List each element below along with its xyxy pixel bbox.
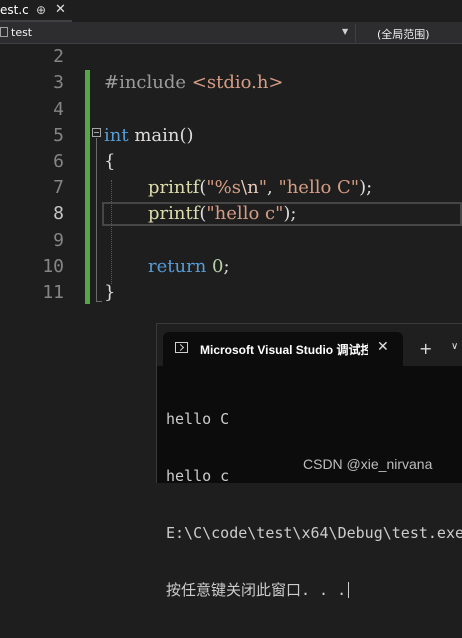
line-number: 6 bbox=[53, 151, 64, 172]
punctuation: , bbox=[266, 177, 279, 198]
punctuation: ); bbox=[283, 203, 297, 224]
keyword: return bbox=[148, 256, 207, 277]
close-icon[interactable]: ✕ bbox=[377, 339, 389, 355]
chevron-down-icon[interactable]: ▼ bbox=[342, 27, 348, 36]
punctuation: ); bbox=[359, 177, 373, 198]
project-name: test bbox=[11, 26, 33, 39]
keyword: int bbox=[104, 125, 129, 146]
open-brace: { bbox=[104, 151, 116, 172]
string-literal: "hello C" bbox=[278, 177, 360, 198]
console-tab[interactable]: Microsoft Visual Studio 调试控制台 ✕ bbox=[163, 332, 403, 366]
terminal-icon bbox=[175, 342, 188, 353]
line-number: 7 bbox=[53, 177, 64, 198]
collapse-icon[interactable] bbox=[92, 128, 101, 137]
project-dropdown[interactable]: test ▼ bbox=[0, 24, 356, 42]
console-line: hello C bbox=[166, 410, 230, 428]
chevron-down-icon[interactable]: ∨ bbox=[451, 341, 458, 352]
line-number: 5 bbox=[53, 125, 64, 146]
watermark: CSDN @xie_nirvana bbox=[303, 456, 433, 472]
fold-guide bbox=[96, 138, 97, 302]
console-line: E:\C\code\test\x64\Debug\test.exe bbox=[166, 524, 462, 542]
punctuation: ; bbox=[223, 256, 230, 277]
string-literal: " bbox=[258, 177, 267, 198]
line-number: 4 bbox=[53, 99, 64, 120]
close-brace: } bbox=[104, 282, 116, 303]
document-tab[interactable]: est.c ⊕ ✕ bbox=[0, 0, 72, 22]
code-line: #include <stdio.h> bbox=[104, 70, 284, 96]
console-output[interactable]: hello C hello c E:\C\code\test\x64\Debug… bbox=[166, 372, 462, 638]
code-line: } bbox=[104, 280, 115, 306]
line-number: 3 bbox=[53, 72, 64, 93]
code-line: printf("%s\n", "hello C"); bbox=[148, 175, 372, 201]
string-literal: "%s bbox=[206, 177, 242, 198]
preprocessor-directive: #include bbox=[104, 72, 192, 93]
escape-sequence: \n bbox=[241, 177, 259, 198]
console-line: 按任意键关闭此窗口. . . bbox=[166, 581, 347, 599]
pin-icon[interactable]: ⊕ bbox=[36, 3, 46, 17]
console-line-wrapper: 按任意键关闭此窗口. . . bbox=[166, 581, 462, 600]
fold-guide-end bbox=[96, 301, 102, 302]
function-call: printf bbox=[148, 203, 200, 224]
change-tracking-bar bbox=[85, 70, 90, 304]
text-cursor bbox=[348, 582, 350, 598]
code-line: printf("hello c"); bbox=[148, 201, 296, 227]
code-line: return 0; bbox=[148, 254, 230, 280]
line-number: 10 bbox=[42, 256, 64, 277]
string-literal: "hello c" bbox=[206, 203, 284, 224]
document-tab-strip: est.c ⊕ ✕ bbox=[0, 0, 462, 22]
scope-dropdown[interactable]: (全局范围) bbox=[357, 24, 462, 42]
line-number: 11 bbox=[42, 282, 64, 303]
code-line: int main() bbox=[104, 123, 194, 149]
code-line: { bbox=[104, 149, 115, 175]
close-tab-icon[interactable]: ✕ bbox=[55, 2, 66, 17]
indent-guide bbox=[111, 180, 112, 284]
include-header: <stdio.h> bbox=[191, 72, 284, 93]
scope-name: (全局范围) bbox=[377, 28, 430, 41]
project-icon bbox=[0, 27, 8, 37]
line-number: 8 bbox=[53, 203, 64, 224]
function-call: printf bbox=[148, 177, 200, 198]
function-signature: main() bbox=[128, 125, 194, 146]
number-literal: 0 bbox=[212, 256, 224, 277]
new-tab-button[interactable]: + bbox=[419, 339, 432, 358]
line-number: 2 bbox=[53, 46, 64, 67]
document-tab-label: est.c bbox=[0, 3, 29, 17]
line-number: 9 bbox=[53, 230, 64, 251]
console-titlebar: Microsoft Visual Studio 调试控制台 ✕ + ∨ bbox=[157, 324, 462, 366]
console-title: Microsoft Visual Studio 调试控制台 bbox=[200, 343, 368, 357]
debug-console-window[interactable]: Microsoft Visual Studio 调试控制台 ✕ + ∨ hell… bbox=[156, 323, 462, 599]
navigation-bar: test ▼ (全局范围) bbox=[0, 22, 462, 44]
